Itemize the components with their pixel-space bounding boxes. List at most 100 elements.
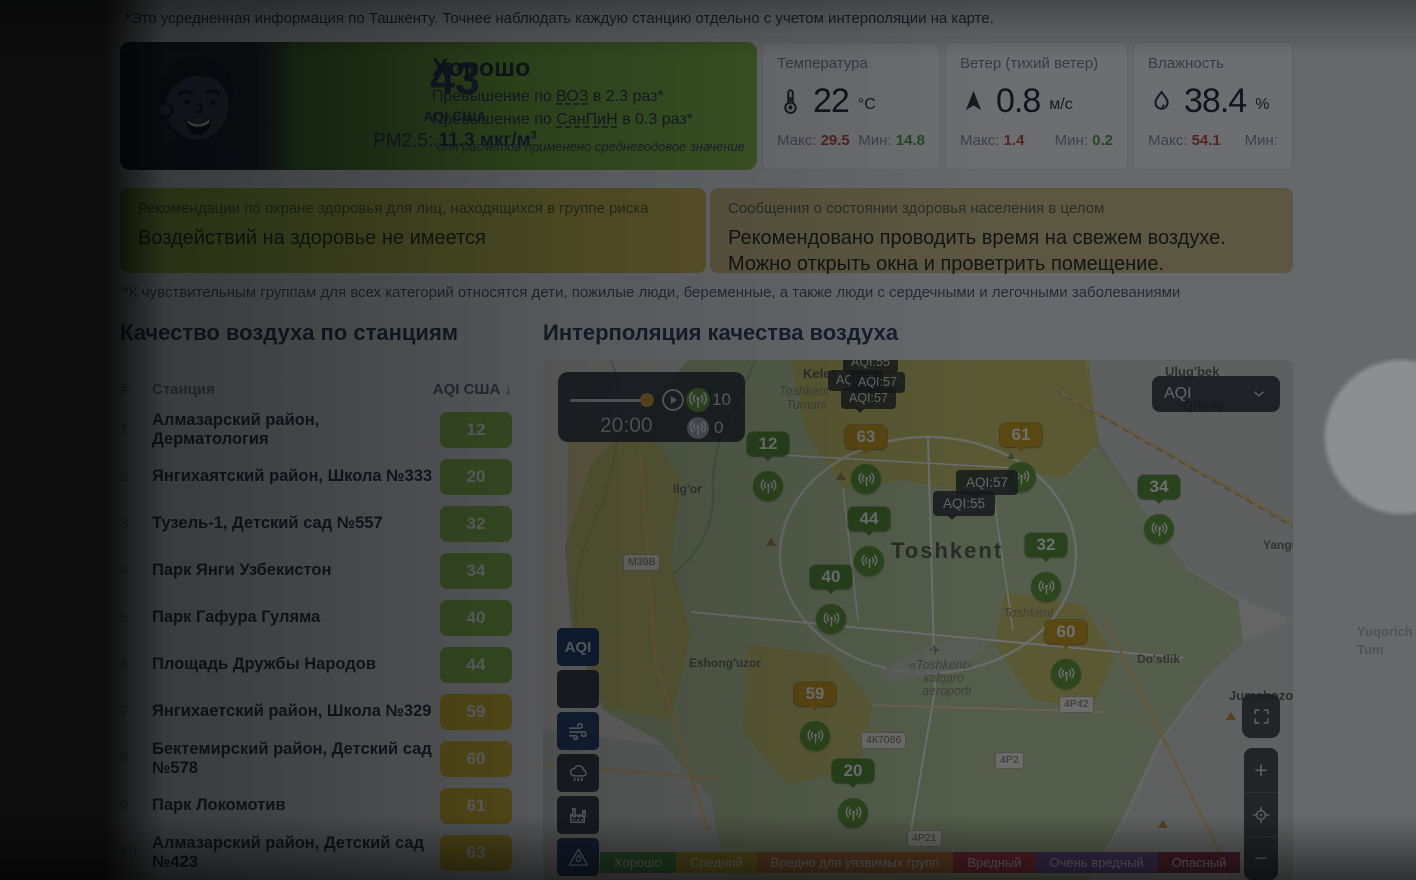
risk-group-recommendation: Рекомендации по охране здоровья для лиц,… xyxy=(120,188,706,273)
station-aqi-badge: 60 xyxy=(440,741,512,777)
layer-button-wind[interactable] xyxy=(557,712,599,750)
station-rank: 8 xyxy=(120,750,152,767)
weather-value: 38.4 xyxy=(1184,82,1246,121)
fullscreen-button[interactable] xyxy=(1242,694,1280,738)
station-row[interactable]: 1Алмазарский район, Дерматология12 xyxy=(120,406,512,453)
station-row[interactable]: 5Парк Гафура Гуляма40 xyxy=(120,594,512,641)
weather-value: 22 xyxy=(813,82,849,121)
station-name: Янгихаятский район, Школа №333 xyxy=(152,467,440,486)
station-marker[interactable]: 32 xyxy=(1025,533,1067,602)
info-banner: *Это усредненная информация по Ташкенту.… xyxy=(0,0,1416,38)
station-aqi-badge: 34 xyxy=(440,553,512,589)
droplet-icon xyxy=(1148,88,1175,115)
sanpin-exceedance: Превышение по СанПиН в 0.3 раз* xyxy=(432,111,747,129)
map-place-label: Ilg'or xyxy=(673,482,702,496)
station-row[interactable]: 9Парк Локомотив61 xyxy=(120,782,512,829)
station-marker[interactable]: 59 xyxy=(794,682,836,751)
zoom-out-button[interactable]: − xyxy=(1244,836,1278,880)
station-aqi-badge: 61 xyxy=(440,788,512,824)
risk-recommendation-text: Воздействий на здоровье не имеется xyxy=(138,225,688,251)
weather-max: Макс: 54.1 xyxy=(1148,132,1221,149)
station-aqi-badge: 63 xyxy=(440,835,512,871)
play-button[interactable] xyxy=(660,387,686,413)
station-rank: 1 xyxy=(120,421,152,438)
inactive-stations-count: 0 xyxy=(714,418,723,438)
station-rank: 3 xyxy=(120,515,152,532)
column-aqi-sort[interactable]: AQI США ↓ xyxy=(433,381,512,398)
air-quality-dashboard: *Это усредненная информация по Ташкенту.… xyxy=(0,0,1416,880)
thermometer-icon xyxy=(777,88,804,115)
road-label: 4Р21 xyxy=(907,830,942,847)
locate-button[interactable] xyxy=(1244,792,1278,836)
station-aqi-badge: 32 xyxy=(440,506,512,542)
airplane-icon: ✈ xyxy=(929,642,941,659)
station-marker[interactable]: 12 xyxy=(747,432,789,501)
column-station: Станция xyxy=(152,381,433,398)
stations-table: # Станция AQI США ↓ 1Алмазарский район, … xyxy=(120,372,512,876)
station-rank: 10 xyxy=(120,844,152,861)
road-label: 4К7086 xyxy=(861,732,906,749)
map-title: Интерполяция качества воздуха xyxy=(543,320,898,346)
layer-dropdown[interactable]: AQI xyxy=(1152,376,1280,412)
station-marker[interactable]: 34 xyxy=(1138,475,1180,544)
station-name: Парк Локомотив xyxy=(152,796,440,815)
zoom-in-button[interactable]: + xyxy=(1244,748,1278,792)
weather-card-humidity: Влажность38.4%Макс: 54.1Мин: xyxy=(1133,42,1293,170)
antenna-icon xyxy=(1051,659,1081,689)
station-marker[interactable]: 40 xyxy=(810,565,852,634)
time-slider-thumb[interactable] xyxy=(640,393,654,407)
general-message-text: Рекомендовано проводить время на свежем … xyxy=(728,225,1275,277)
layer-button-fire-risk[interactable] xyxy=(557,838,599,876)
weather-card-label: Температура xyxy=(777,55,925,72)
station-row[interactable]: 6Площадь Дружбы Народов44 xyxy=(120,641,512,688)
weather-value: 0.8 xyxy=(996,82,1040,121)
time-panel: 10 20:00 0 xyxy=(558,372,745,442)
time-slider-track[interactable] xyxy=(570,399,646,402)
marker-aqi-value: 34 xyxy=(1138,475,1180,499)
road-label: M39B xyxy=(623,554,660,571)
legend-item: Вредно для уязвимых групп xyxy=(757,852,954,873)
layer-button-emissions[interactable] xyxy=(557,796,599,834)
weather-min: Мин: 0.2 xyxy=(1055,132,1113,149)
station-marker[interactable]: 60 xyxy=(1045,620,1087,689)
layer-button-aqi[interactable]: AQI xyxy=(557,628,599,666)
aqi-status: Хорошо xyxy=(432,54,747,83)
background-place-label: Yuqorich xyxy=(1357,624,1413,639)
weather-card-wind: Ветер (тихий ветер)0.8м/сМакс: 1.4Мин: 0… xyxy=(945,42,1128,170)
layer-button-temperature[interactable] xyxy=(557,670,599,708)
station-marker[interactable]: 44 xyxy=(848,507,890,576)
wind-direction-icon xyxy=(960,88,987,115)
station-aqi-badge: 20 xyxy=(440,459,512,495)
station-row[interactable]: 7Янгихаетский район, Школа №32959 xyxy=(120,688,512,735)
time-value: 20:00 xyxy=(600,414,653,438)
station-row[interactable]: 2Янгихаятский район, Школа №33320 xyxy=(120,453,512,500)
antenna-icon xyxy=(1144,514,1174,544)
station-row[interactable]: 10Алмазарский район, Детский сад №42363 xyxy=(120,829,512,876)
station-name: Парк Янги Узбекистон xyxy=(152,561,440,580)
station-rank: 4 xyxy=(120,562,152,579)
station-rank: 7 xyxy=(120,703,152,720)
weather-card-temperature: Температура22°CМакс: 29.5Мин: 14.8 xyxy=(762,42,940,170)
station-aqi-badge: 12 xyxy=(440,412,512,448)
weather-card-label: Влажность xyxy=(1148,55,1278,72)
aqi-footnote: *для расчетов применено среднегодовое зн… xyxy=(432,139,747,154)
station-row[interactable]: 3Тузель-1, Детский сад №55732 xyxy=(120,500,512,547)
station-marker[interactable]: 20 xyxy=(832,759,874,828)
station-row[interactable]: 4Парк Янги Узбекистон34 xyxy=(120,547,512,594)
inactive-stations-icon xyxy=(687,417,709,439)
stations-title: Качество воздуха по станциям xyxy=(120,320,458,346)
layer-button-precipitation[interactable] xyxy=(557,754,599,792)
marker-aqi-value: 20 xyxy=(832,759,874,783)
avatar xyxy=(120,42,262,170)
station-row[interactable]: 8Бектемирский район, Детский сад №57860 xyxy=(120,735,512,782)
map-place-label: xalqaro xyxy=(923,671,964,685)
interpolation-map[interactable]: 10 20:00 0 AQI KelesToshkentTumaniIlg'or… xyxy=(543,360,1293,880)
general-health-message: Сообщения о состоянии здоровья населения… xyxy=(710,188,1293,273)
map-place-label: Eshong'uzor xyxy=(689,656,761,670)
station-marker[interactable]: 63 xyxy=(845,425,887,494)
antenna-icon xyxy=(851,464,881,494)
aqi-tooltip: AQI:55 xyxy=(933,491,995,516)
station-rank: 2 xyxy=(120,468,152,485)
station-aqi-badge: 44 xyxy=(440,647,512,683)
antenna-icon xyxy=(854,546,884,576)
